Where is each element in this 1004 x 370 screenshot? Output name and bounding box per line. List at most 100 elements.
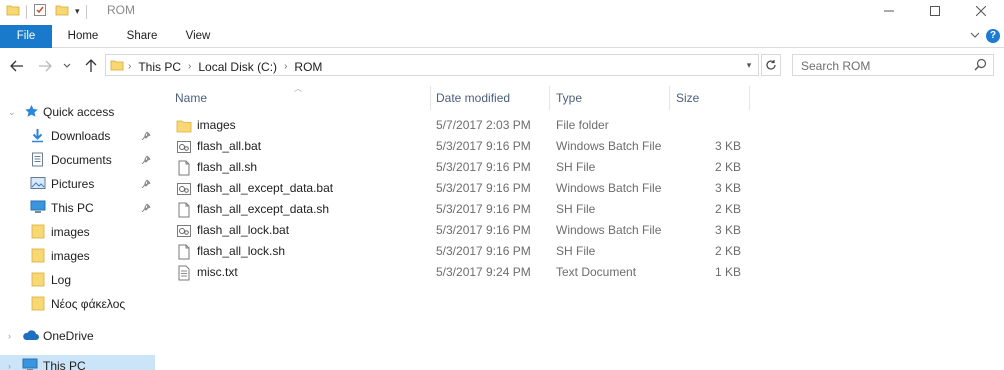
sidebar-item-documents[interactable]: Documents [0,149,155,171]
minimize-button[interactable] [866,0,912,22]
column-header-date[interactable]: Date modified [436,86,548,110]
sidebar-item-this-pc[interactable]: › This PC [0,355,155,370]
sidebar-item-label: This PC [43,359,86,370]
properties-icon[interactable] [33,3,47,20]
file-name: misc.txt [197,265,238,279]
pin-icon [141,154,151,168]
chevron-right-icon[interactable]: › [8,361,11,370]
text-file-icon [176,265,192,281]
sidebar-item-label: Documents [51,153,112,167]
file-date: 5/7/2017 2:03 PM [436,118,531,132]
file-icon [176,244,192,260]
column-divider[interactable] [549,86,550,110]
tab-share[interactable]: Share [117,25,167,48]
documents-icon [30,152,45,170]
file-date: 5/3/2017 9:16 PM [436,202,531,216]
search-input[interactable]: Search ROM [801,59,870,73]
sidebar-item-images-2[interactable]: images [0,245,155,267]
navigation-pane: ⌄ Quick access Downloads Documents Pictu… [0,100,155,370]
file-date: 5/3/2017 9:16 PM [436,139,531,153]
breadcrumb-separator-icon[interactable]: › [280,61,291,72]
sidebar-item-onedrive[interactable]: › OneDrive [0,325,155,347]
refresh-button[interactable] [761,54,781,76]
back-button[interactable] [8,57,26,75]
close-button[interactable] [958,0,1004,22]
batch-file-icon [176,139,192,155]
new-folder-icon[interactable] [55,3,69,20]
sidebar-item-downloads[interactable]: Downloads [0,125,155,147]
sidebar-item-pictures[interactable]: Pictures [0,173,155,195]
file-type: Windows Batch File [556,223,662,237]
tab-home[interactable]: Home [58,25,108,48]
file-row[interactable]: images 5/7/2017 2:03 PM File folder [170,115,755,136]
file-size: 1 KB [714,265,741,279]
file-name: flash_all_lock.sh [197,244,286,258]
maximize-icon [930,6,940,16]
pin-icon [141,178,151,192]
file-row[interactable]: flash_all_except_data.sh 5/3/2017 9:16 P… [170,199,755,220]
ribbon-tabs: File Home Share View ? [0,25,1004,48]
address-bar[interactable]: › This PC › Local Disk (C:) › ROM ▾ [105,54,759,76]
breadcrumb-separator-icon[interactable]: › [184,61,195,72]
customize-dropdown-icon[interactable]: ▾ [75,6,80,17]
file-row[interactable]: flash_all.bat 5/3/2017 9:16 PM Windows B… [170,136,755,157]
tab-view[interactable]: View [173,25,223,48]
help-icon[interactable]: ? [986,29,1000,43]
recent-locations-button[interactable] [61,57,73,75]
file-row[interactable]: flash_all_lock.bat 5/3/2017 9:16 PM Wind… [170,220,755,241]
file-name: images [197,118,236,132]
sidebar-item-new-folder[interactable]: Νέος φάκελος [0,293,155,315]
folder-icon [31,248,45,266]
sidebar-item-quick-access[interactable]: ⌄ Quick access [0,101,155,123]
sidebar-item-log[interactable]: Log [0,269,155,291]
file-size: 3 KB [714,181,741,195]
folder-icon [31,224,45,242]
search-icon[interactable] [974,58,987,74]
cloud-icon [22,329,39,344]
file-size: 2 KB [714,160,741,174]
file-row[interactable]: flash_all.sh 5/3/2017 9:16 PM SH File 2 … [170,157,755,178]
folder-icon [31,296,45,314]
file-name: flash_all_except_data.sh [197,202,330,216]
column-divider[interactable] [749,86,750,110]
file-name: flash_all_lock.bat [197,223,290,237]
sidebar-item-this-pc-quick[interactable]: This PC [0,197,155,219]
column-header-size[interactable]: Size [676,86,748,110]
forward-arrow-icon [39,60,52,72]
toolbar-divider [26,4,27,19]
column-header-type[interactable]: Type [556,86,668,110]
breadcrumb-local-disk[interactable]: Local Disk (C:) [195,60,280,74]
expand-ribbon-icon[interactable] [970,29,980,43]
chevron-down-icon [63,63,71,68]
back-arrow-icon [10,60,23,72]
file-size: 2 KB [714,202,741,216]
column-divider[interactable] [669,86,670,110]
file-row[interactable]: misc.txt 5/3/2017 9:24 PM Text Document … [170,262,755,283]
column-header-name[interactable]: Name [175,86,429,110]
breadcrumb-rom[interactable]: ROM [291,60,325,74]
refresh-icon [766,60,776,70]
window-title: ROM [107,3,135,17]
forward-button[interactable] [36,57,54,75]
tab-file[interactable]: File [0,25,52,48]
maximize-button[interactable] [912,0,958,22]
computer-icon [22,358,38,370]
file-row[interactable]: flash_all_except_data.bat 5/3/2017 9:16 … [170,178,755,199]
up-button[interactable] [82,57,100,75]
chevron-down-icon[interactable]: ⌄ [8,107,16,118]
address-dropdown-icon[interactable]: ▾ [742,57,756,73]
pin-icon [141,202,151,216]
chevron-right-icon[interactable]: › [8,331,11,341]
file-date: 5/3/2017 9:16 PM [436,181,531,195]
breadcrumb-this-pc[interactable]: This PC [135,60,184,74]
column-divider[interactable] [430,86,431,110]
sidebar-item-label: Downloads [51,129,111,143]
breadcrumb-separator-icon[interactable]: › [124,61,135,72]
file-row[interactable]: flash_all_lock.sh 5/3/2017 9:16 PM SH Fi… [170,241,755,262]
file-date: 5/3/2017 9:16 PM [436,160,531,174]
sidebar-item-images[interactable]: images [0,221,155,243]
folder-icon[interactable] [6,3,20,20]
pictures-icon [30,176,46,193]
file-type: File folder [556,118,609,132]
search-box[interactable]: Search ROM [792,54,994,76]
